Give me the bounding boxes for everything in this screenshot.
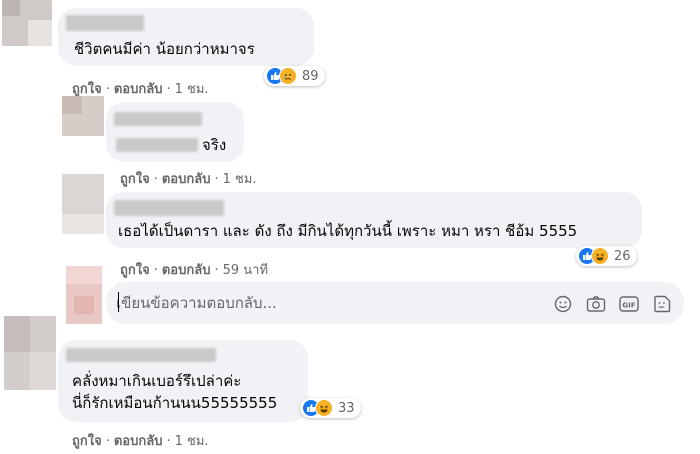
comment-text: ชีวิตคนมีค่า น้อยกว่าหมาจร	[74, 40, 255, 58]
sticker-icon[interactable]	[651, 294, 673, 314]
commenter-name[interactable]	[114, 112, 202, 126]
reaction-summary[interactable]: 89	[264, 66, 325, 86]
reaction-count: 26	[614, 248, 631, 264]
text-caret	[118, 292, 119, 312]
like-link[interactable]: ถูกใจ	[72, 434, 102, 449]
user-avatar	[66, 266, 102, 324]
comment-bubble: คลั่งหมาเกินเบอร์รึเปล่าค่ะ นี่ก็รักเหมื…	[58, 340, 308, 422]
reaction-count: 33	[338, 400, 355, 416]
reply-input[interactable]	[116, 292, 376, 314]
reply-link[interactable]: ตอบกลับ	[162, 172, 211, 187]
comment-bubble: เธอได้เป็นดารา และ ดัง ถึง มีกินได้ทุกวั…	[106, 192, 642, 248]
avatar[interactable]	[4, 316, 56, 390]
svg-text:GIF: GIF	[622, 302, 635, 310]
reaction-summary[interactable]: 33	[300, 398, 361, 418]
camera-icon[interactable]	[585, 294, 607, 314]
timestamp[interactable]: 1 ชม.	[175, 434, 209, 449]
timestamp[interactable]: 59 นาที	[223, 263, 268, 278]
like-link[interactable]: ถูกใจ	[72, 82, 102, 97]
timestamp[interactable]: 1 ชม.	[223, 172, 257, 187]
reaction-count: 89	[302, 68, 319, 84]
reply-link[interactable]: ตอบกลับ	[162, 263, 211, 278]
haha-icon	[591, 247, 609, 265]
comment-text-line-2: นี่ก็รักเหมือนก้านนน55555555	[72, 394, 278, 412]
comment-actions: ถูกใจ · ตอบกลับ · 1 ชม.	[72, 434, 209, 449]
comment-text: เธอได้เป็นดารา และ ดัง ถึง มีกินได้ทุกวั…	[118, 222, 578, 240]
avatar[interactable]	[2, 0, 52, 46]
comment-text-line-1: คลั่งหมาเกินเบอร์รึเปล่าค่ะ	[72, 372, 242, 390]
sad-icon	[279, 67, 297, 85]
haha-icon	[315, 399, 333, 417]
avatar[interactable]	[62, 96, 104, 136]
emoji-icon[interactable]	[552, 294, 574, 314]
gif-icon[interactable]: GIF	[618, 294, 640, 314]
comment-actions: ถูกใจ · ตอบกลับ · 59 นาที	[120, 263, 269, 278]
reaction-summary[interactable]: 26	[576, 246, 637, 266]
comment-bubble: ชีวิตคนมีค่า น้อยกว่าหมาจร	[58, 8, 314, 66]
comment-actions: ถูกใจ · ตอบกลับ · 1 ชม.	[120, 172, 257, 187]
comment-text: จริง	[202, 136, 227, 154]
commenter-name[interactable]	[66, 15, 144, 31]
comment-bubble: จริง	[106, 102, 244, 162]
timestamp[interactable]: 1 ชม.	[175, 82, 209, 97]
avatar[interactable]	[62, 174, 104, 234]
commenter-name[interactable]	[114, 200, 224, 216]
like-link[interactable]: ถูกใจ	[120, 172, 150, 187]
like-link[interactable]: ถูกใจ	[120, 263, 150, 278]
reply-link[interactable]: ตอบกลับ	[114, 82, 163, 97]
reply-link[interactable]: ตอบกลับ	[114, 434, 163, 449]
commenter-name-blur	[116, 138, 198, 152]
commenter-name[interactable]	[66, 348, 216, 362]
